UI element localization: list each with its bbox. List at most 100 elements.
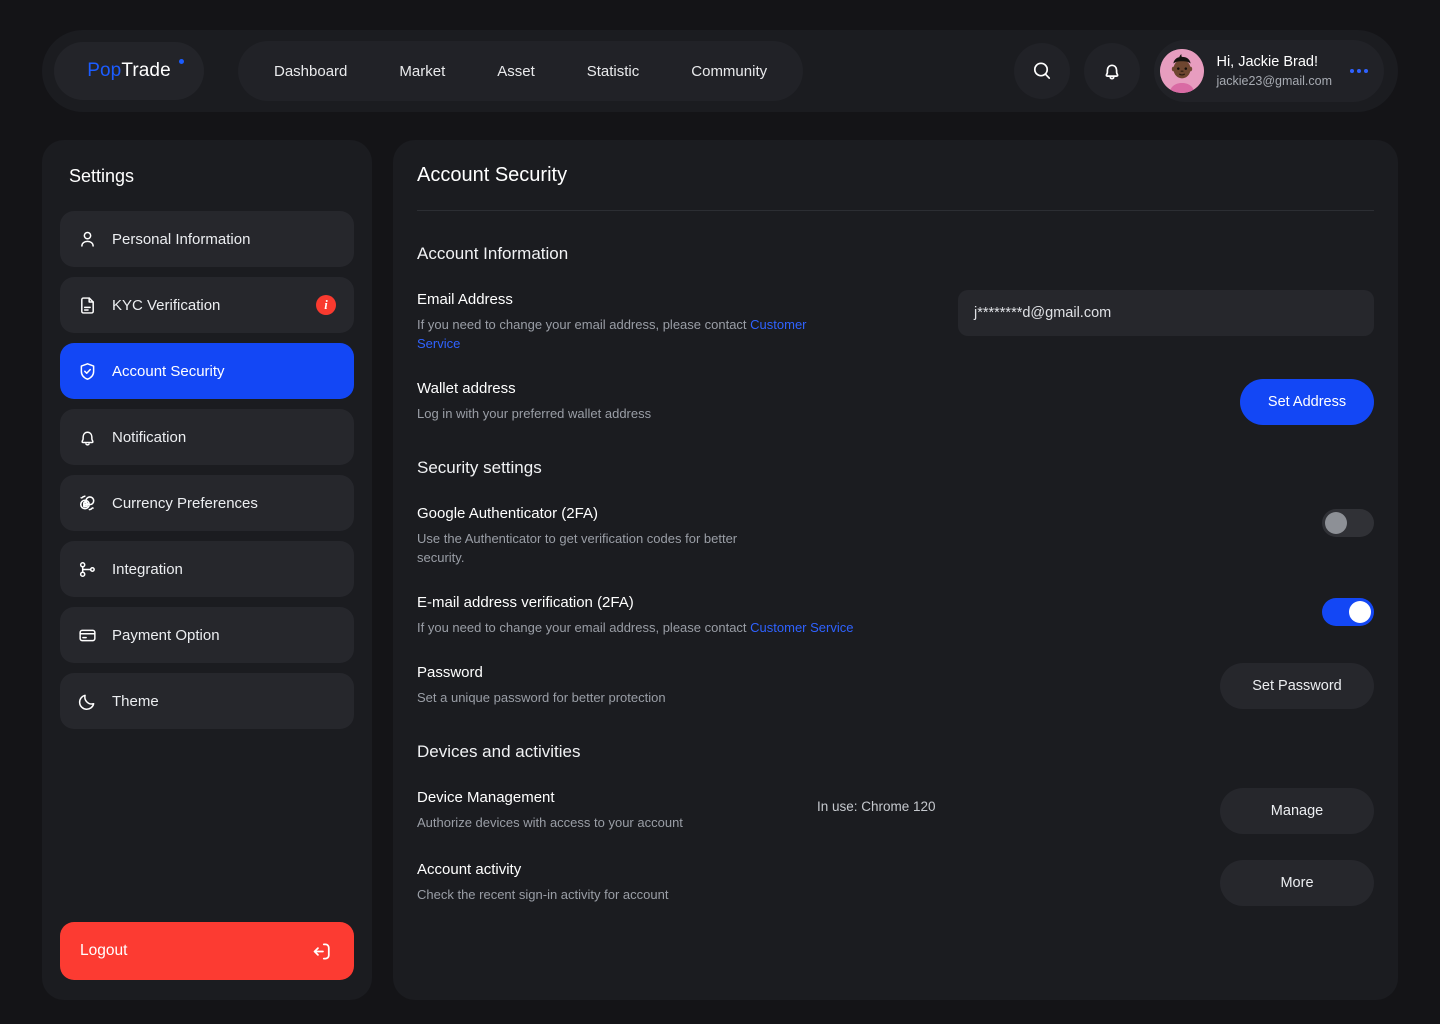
title-divider [417,210,1374,211]
manage-devices-button[interactable]: Manage [1220,788,1374,834]
sidebar-item-label: Integration [112,560,183,578]
row-title: Email Address [417,291,513,308]
toggle-knob [1325,512,1347,534]
profile-menu[interactable]: Hi, Jackie Brad! jackie23@gmail.com [1154,40,1384,102]
top-header: PopTrade Dashboard Market Asset Statisti… [42,30,1398,112]
row-device-text: Device Management Authorize devices with… [417,788,817,832]
row-activity-right: More [1220,860,1374,906]
main-panel: Account Security Account Information Ema… [393,140,1398,1000]
row-email-address: Email Address If you need to change your… [417,290,1374,353]
brand-dot-icon [179,59,184,64]
sidebar-item-integration[interactable]: Integration [60,541,354,597]
row-device-management: Device Management Authorize devices with… [417,788,1374,834]
sidebar-item-theme[interactable]: Theme [60,673,354,729]
nav-item-dashboard[interactable]: Dashboard [248,41,373,101]
nav-item-market[interactable]: Market [373,41,471,101]
sidebar-item-kyc-verification[interactable]: KYC Verification i [60,277,354,333]
sidebar-item-label: Currency Preferences [112,494,258,512]
sidebar-item-label: Notification [112,428,187,446]
sidebar-item-payment-option[interactable]: Payment Option [60,607,354,663]
page-title: Account Security [417,164,568,186]
nav-item-asset[interactable]: Asset [471,41,561,101]
customer-service-link[interactable]: Customer Service [750,620,853,635]
nav-label: Dashboard [274,62,348,80]
sidebar-item-personal-information[interactable]: Personal Information [60,211,354,267]
sidebar-item-label: Personal Information [112,230,251,248]
row-title: Wallet address [417,380,516,397]
document-icon [76,294,98,316]
row-email-verification-right [1322,593,1374,626]
logout-icon [309,939,334,964]
more-activity-button[interactable]: More [1220,860,1374,906]
row-desc: Use the Authenticator to get verificatio… [417,531,738,565]
profile-email: jackie23@gmail.com [1216,73,1332,88]
row-title: Account activity [417,861,522,878]
profile-greeting: Hi, Jackie Brad! [1216,53,1319,70]
row-google-authenticator: Google Authenticator (2FA) Use the Authe… [417,504,1374,567]
sidebar-item-account-security[interactable]: Account Security [60,343,354,399]
sidebar-title: Settings [69,166,135,186]
row-email-text: Email Address If you need to change your… [417,290,817,353]
set-password-button[interactable]: Set Password [1220,663,1374,709]
row-password-right: Set Password [1220,663,1374,709]
sidebar-item-label: Account Security [112,362,225,380]
moon-icon [76,690,98,712]
brand-logo-text: PopTrade [87,60,171,82]
bell-icon [1106,64,1119,80]
row-activity-text: Account activity Check the recent sign-i… [417,860,817,904]
row-wallet-text: Wallet address Log in with your preferre… [417,379,817,423]
nav-label: Asset [497,62,535,80]
row-desc: Log in with your preferred wallet addres… [417,406,652,421]
avatar [1160,49,1205,93]
profile-more-icon[interactable] [1350,69,1374,73]
row-desc: If you need to change your email address… [417,618,1297,637]
notifications-button[interactable] [1084,43,1141,99]
section-security-settings-title: Security settings [417,458,542,477]
row-password-text: Password Set a unique password for bette… [417,663,817,707]
credit-card-icon [76,624,98,646]
row-email-verification: E-mail address verification (2FA) If you… [417,593,1374,637]
logout-button[interactable]: Logout [60,922,354,980]
sidebar-item-notification[interactable]: Notification [60,409,354,465]
email-verification-toggle[interactable] [1322,598,1374,626]
brand-name-rest: Trade [121,60,171,81]
set-address-button[interactable]: Set Address [1240,379,1374,425]
row-desc-text: If you need to change your email address… [417,317,751,332]
sidebar-item-label: Payment Option [112,626,220,644]
row-wallet-right: Set Address [1240,379,1374,425]
bell-icon [76,426,98,448]
brand-logo[interactable]: PopTrade [54,42,204,100]
row-title: Device Management [417,789,555,806]
row-email-right: j********d@gmail.com [958,290,1374,336]
search-icon [1034,62,1051,79]
row-desc-text: If you need to change your email address… [417,620,751,635]
integration-node-icon [76,558,98,580]
sidebar-nav-list: Personal Information KYC Verification i … [60,211,354,729]
row-desc: Set a unique password for better protect… [417,690,666,705]
main-nav: Dashboard Market Asset Statistic Communi… [238,41,804,101]
nav-item-statistic[interactable]: Statistic [561,41,666,101]
nav-label: Statistic [586,62,640,80]
row-password: Password Set a unique password for bette… [417,663,1374,709]
row-wallet-address: Wallet address Log in with your preferre… [417,379,1374,425]
row-authenticator-text: Google Authenticator (2FA) Use the Authe… [417,504,897,567]
avatar-illustration-icon [1160,49,1205,93]
toggle-knob [1349,601,1371,623]
row-title: Google Authenticator (2FA) [417,505,598,522]
nav-label: Market [399,62,446,80]
email-field[interactable]: j********d@gmail.com [958,290,1374,336]
nav-item-community[interactable]: Community [665,41,793,101]
currency-exchange-icon [76,492,98,514]
section-devices-activities-title: Devices and activities [417,742,581,761]
header-actions: Hi, Jackie Brad! jackie23@gmail.com [1014,40,1398,102]
logout-label: Logout [80,942,128,959]
google-authenticator-toggle[interactable] [1322,509,1374,537]
app-root: PopTrade Dashboard Market Asset Statisti… [0,0,1440,1024]
device-status-text: In use: Chrome 120 [817,799,936,814]
sidebar-item-label: Theme [112,692,159,710]
search-button[interactable] [1014,43,1071,99]
row-device-right: Manage [1220,788,1374,834]
sidebar-item-currency-preferences[interactable]: Currency Preferences [60,475,354,531]
status-badge: i [316,295,336,315]
settings-sidebar: Settings Personal Information KYC Verifi… [42,140,372,1000]
